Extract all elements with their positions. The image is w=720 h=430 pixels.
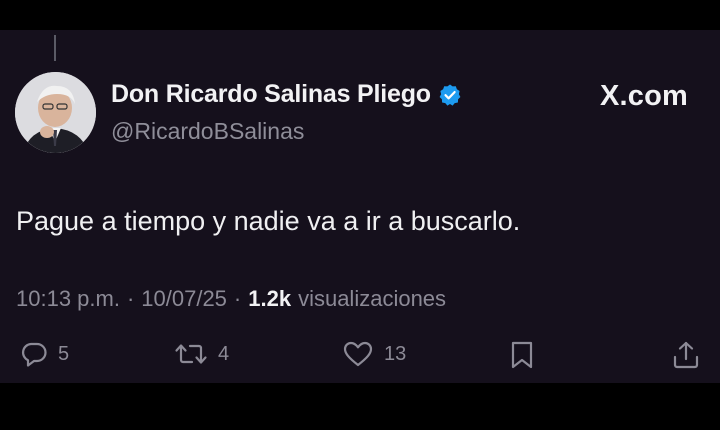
views-label: visualizaciones <box>298 286 447 311</box>
reply-button[interactable]: 5 <box>20 340 69 368</box>
author-handle[interactable]: @RicardoBSalinas <box>111 118 304 145</box>
avatar-photo <box>15 72 96 153</box>
tweet-time[interactable]: 10:13 p.m. <box>16 286 120 312</box>
tweet-card[interactable]: Don Ricardo Salinas Pliego @RicardoBSali… <box>0 30 720 383</box>
avatar[interactable] <box>15 72 96 153</box>
verified-badge-icon <box>438 83 462 107</box>
heart-icon <box>343 341 373 367</box>
bookmark-icon <box>511 341 533 369</box>
tweet-text: Pague a tiempo y nadie va a ir a buscarl… <box>16 206 521 236</box>
author-name-row[interactable]: Don Ricardo Salinas Pliego <box>111 80 462 109</box>
brand-watermark: X.com <box>599 80 688 112</box>
meta-separator: · <box>233 286 242 311</box>
bookmark-button[interactable] <box>508 340 536 370</box>
views-count: 1.2k <box>248 286 292 311</box>
action-bar: 5 4 13 <box>0 340 720 380</box>
share-button[interactable] <box>671 340 701 370</box>
retweet-button[interactable]: 4 <box>174 340 229 368</box>
reply-icon <box>21 342 47 367</box>
reply-count: 5 <box>58 342 70 365</box>
tweet-meta: 10:13 p.m. · 10/07/25 · 1.2k visualizaci… <box>16 286 446 312</box>
retweet-count: 4 <box>218 342 230 365</box>
tweet-date[interactable]: 10/07/25 <box>141 286 227 312</box>
like-count: 13 <box>384 342 407 365</box>
share-icon <box>673 341 699 369</box>
thread-line <box>54 35 56 61</box>
like-button[interactable]: 13 <box>342 340 406 368</box>
retweet-icon <box>175 344 207 364</box>
author-name[interactable]: Don Ricardo Salinas Pliego <box>111 80 431 109</box>
meta-separator: · <box>126 286 135 311</box>
